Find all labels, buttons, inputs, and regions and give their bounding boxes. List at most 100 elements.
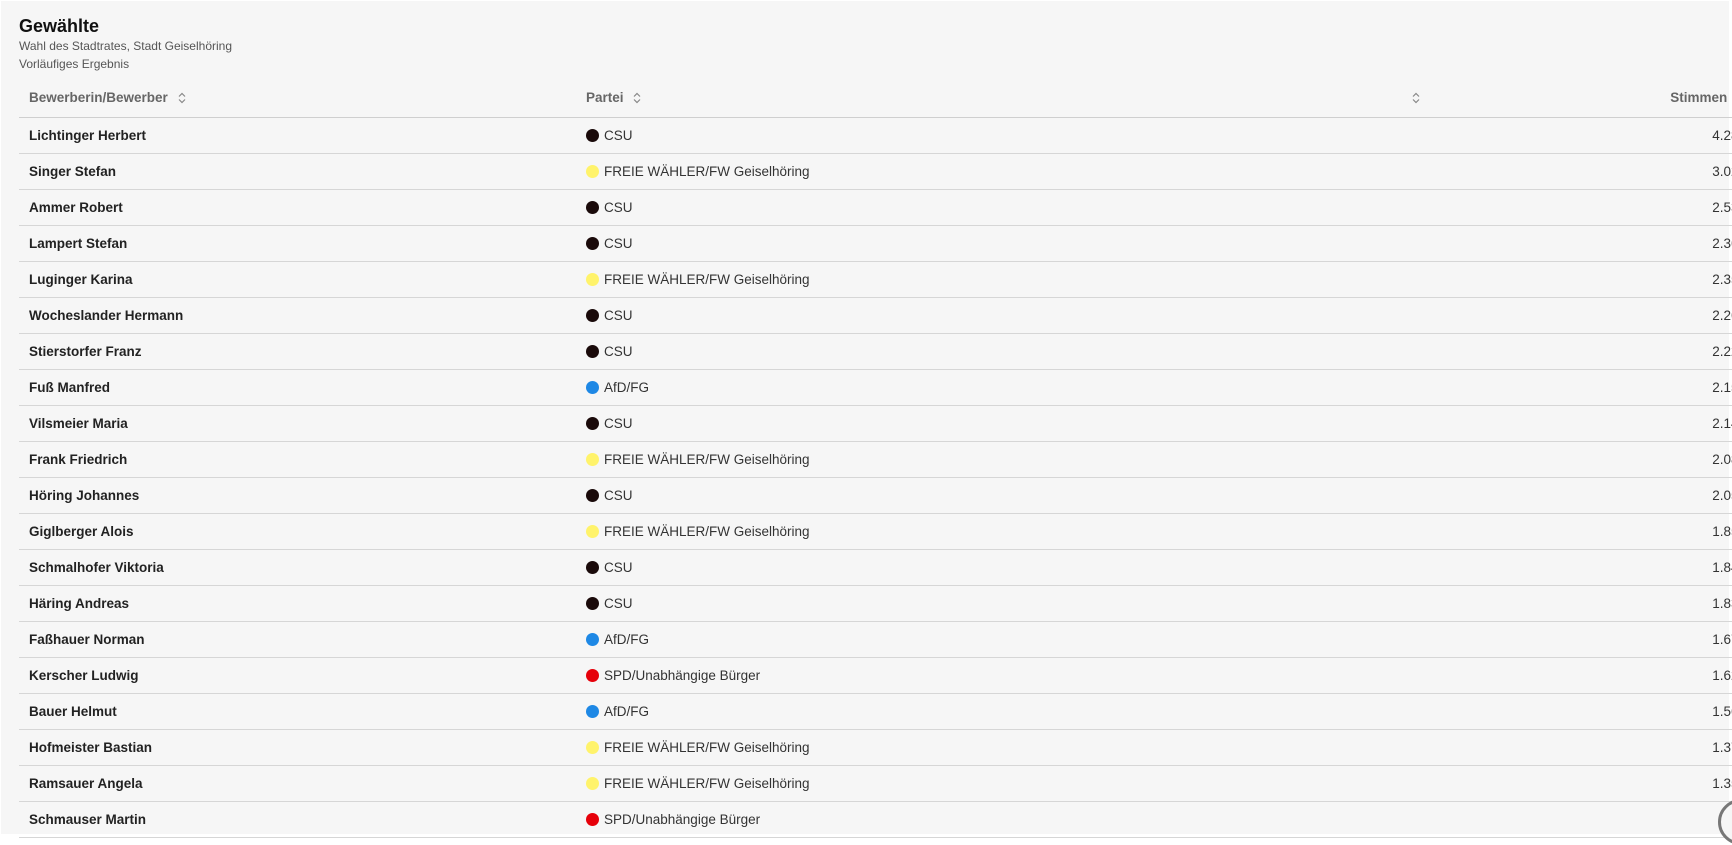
results-table-body: Lichtinger Herbert CSU 4.281 Singer Stefan F… <box>19 117 1732 838</box>
party-name: AfD/FG <box>604 380 650 395</box>
candidate-name: Faßhauer Norman <box>19 621 576 658</box>
candidate-name: Fuß Manfred <box>19 369 576 406</box>
page-title: Gewählte <box>19 16 100 36</box>
vote-count: 1.672 <box>1426 621 1732 658</box>
vote-count: 1.620 <box>1426 657 1732 694</box>
party-cell: FREIE WÄHLER/FW Geiselhöring <box>576 153 1406 190</box>
party-cell: CSU <box>576 297 1406 334</box>
extra-cell <box>1406 297 1426 334</box>
table-row: Singer Stefan FREIE WÄHLER/FW Geiselhörin… <box>19 153 1732 190</box>
extra-cell <box>1406 801 1426 838</box>
extra-cell <box>1406 441 1426 478</box>
vote-count: 2.262 <box>1426 297 1732 334</box>
sort-icon[interactable] <box>632 92 642 104</box>
column-header-name[interactable]: Bewerberin/Bewerber <box>19 78 576 118</box>
party-name: CSU <box>604 344 633 359</box>
vote-count: 2.153 <box>1426 369 1732 406</box>
candidate-name: Giglberger Alois <box>19 513 576 550</box>
party-name: CSU <box>604 128 633 143</box>
extra-cell <box>1406 693 1426 730</box>
table-row: Fuß Manfred AfD/FG 2.153 <box>19 369 1732 406</box>
header: Gewählte Wahl des Stadtrates, Stadt Geis… <box>19 15 232 73</box>
party-cell: FREIE WÄHLER/FW Geiselhöring <box>576 261 1406 298</box>
party-color-dot <box>586 489 599 502</box>
table-row: Stierstorfer Franz CSU 2.228 <box>19 333 1732 370</box>
party-color-dot <box>586 741 599 754</box>
candidate-name: Häring Andreas <box>19 585 576 622</box>
candidate-name: Lampert Stefan <box>19 225 576 262</box>
vote-count: 1.856 <box>1426 513 1732 550</box>
extra-cell <box>1406 657 1426 694</box>
subtitle-status: Vorläufiges Ergebnis <box>19 57 130 71</box>
column-header-votes[interactable]: Stimmen <box>1426 78 1732 118</box>
column-header-votes-label: Stimmen <box>1670 90 1728 105</box>
sort-icon[interactable] <box>1411 92 1421 104</box>
results-panel: Gewählte Wahl des Stadtrates, Stadt Geis… <box>1 1 1732 845</box>
extra-cell <box>1406 405 1426 442</box>
candidate-name: Ammer Robert <box>19 189 576 226</box>
extra-cell <box>1406 117 1426 154</box>
party-color-dot <box>586 597 599 610</box>
party-name: SPD/Unabhängige Bürger <box>604 812 761 827</box>
table-row: Vilsmeier Maria CSU 2.142 <box>19 405 1732 442</box>
vote-count: 3.023 <box>1426 153 1732 190</box>
party-cell: CSU <box>576 477 1406 514</box>
extra-cell <box>1406 549 1426 586</box>
vote-count: 4.281 <box>1426 117 1732 154</box>
candidate-name: Höring Johannes <box>19 477 576 514</box>
party-color-dot <box>586 201 599 214</box>
extra-cell <box>1406 729 1426 766</box>
party-color-dot <box>586 237 599 250</box>
extra-cell <box>1406 513 1426 550</box>
party-color-dot <box>586 345 599 358</box>
table-header-row: Bewerberin/Bewerber Partei Stimmen <box>19 78 1732 118</box>
vote-count: 2.052 <box>1426 477 1732 514</box>
column-header-party[interactable]: Partei <box>576 78 1406 118</box>
table-row: Ramsauer Angela FREIE WÄHLER/FW Geiselhör… <box>19 765 1732 802</box>
party-cell: AfD/FG <box>576 693 1406 730</box>
party-cell: CSU <box>576 333 1406 370</box>
column-header-name-label: Bewerberin/Bewerber <box>29 90 168 105</box>
party-cell: CSU <box>576 585 1406 622</box>
table-row: Lampert Stefan CSU 2.367 <box>19 225 1732 262</box>
table-row: Ammer Robert CSU 2.539 <box>19 189 1732 226</box>
party-color-dot <box>586 669 599 682</box>
candidate-name: Frank Friedrich <box>19 441 576 478</box>
party-name: FREIE WÄHLER/FW Geiselhöring <box>604 452 810 467</box>
table-row: Höring Johannes CSU 2.052 <box>19 477 1732 514</box>
candidate-name: Bauer Helmut <box>19 693 576 730</box>
party-name: CSU <box>604 236 633 251</box>
sort-icon[interactable] <box>177 92 187 104</box>
extra-cell <box>1406 333 1426 370</box>
party-name: CSU <box>604 560 633 575</box>
column-header-extra[interactable] <box>1406 78 1426 118</box>
vote-count: 2.080 <box>1426 441 1732 478</box>
party-cell: FREIE WÄHLER/FW Geiselhöring <box>576 441 1406 478</box>
candidate-name: Stierstorfer Franz <box>19 333 576 370</box>
column-header-party-label: Partei <box>586 90 624 105</box>
vote-count: 2.142 <box>1426 405 1732 442</box>
table-row: Häring Andreas CSU 1.839 <box>19 585 1732 622</box>
party-color-dot <box>586 165 599 178</box>
party-cell: CSU <box>576 549 1406 586</box>
candidate-name: Ramsauer Angela <box>19 765 576 802</box>
party-color-dot <box>586 633 599 646</box>
party-color-dot <box>586 453 599 466</box>
party-cell: FREIE WÄHLER/FW Geiselhöring <box>576 513 1406 550</box>
table-row: Faßhauer Norman AfD/FG 1.672 <box>19 621 1732 658</box>
party-name: AfD/FG <box>604 704 650 719</box>
extra-cell <box>1406 225 1426 262</box>
party-name: FREIE WÄHLER/FW Geiselhöring <box>604 164 810 179</box>
vote-count: 1.566 <box>1426 693 1732 730</box>
party-name: FREIE WÄHLER/FW Geiselhöring <box>604 776 810 791</box>
table-row: Hofmeister Bastian FREIE WÄHLER/FW Geisel… <box>19 729 1732 766</box>
party-name: CSU <box>604 596 633 611</box>
extra-cell <box>1406 369 1426 406</box>
candidate-name: Kerscher Ludwig <box>19 657 576 694</box>
party-color-dot <box>586 777 599 790</box>
candidate-name: Vilsmeier Maria <box>19 405 576 442</box>
party-cell: FREIE WÄHLER/FW Geiselhöring <box>576 729 1406 766</box>
table-row: Giglberger Alois FREIE WÄHLER/FW Geiselhö… <box>19 513 1732 550</box>
party-name: AfD/FG <box>604 632 650 647</box>
candidate-name: Singer Stefan <box>19 153 576 190</box>
